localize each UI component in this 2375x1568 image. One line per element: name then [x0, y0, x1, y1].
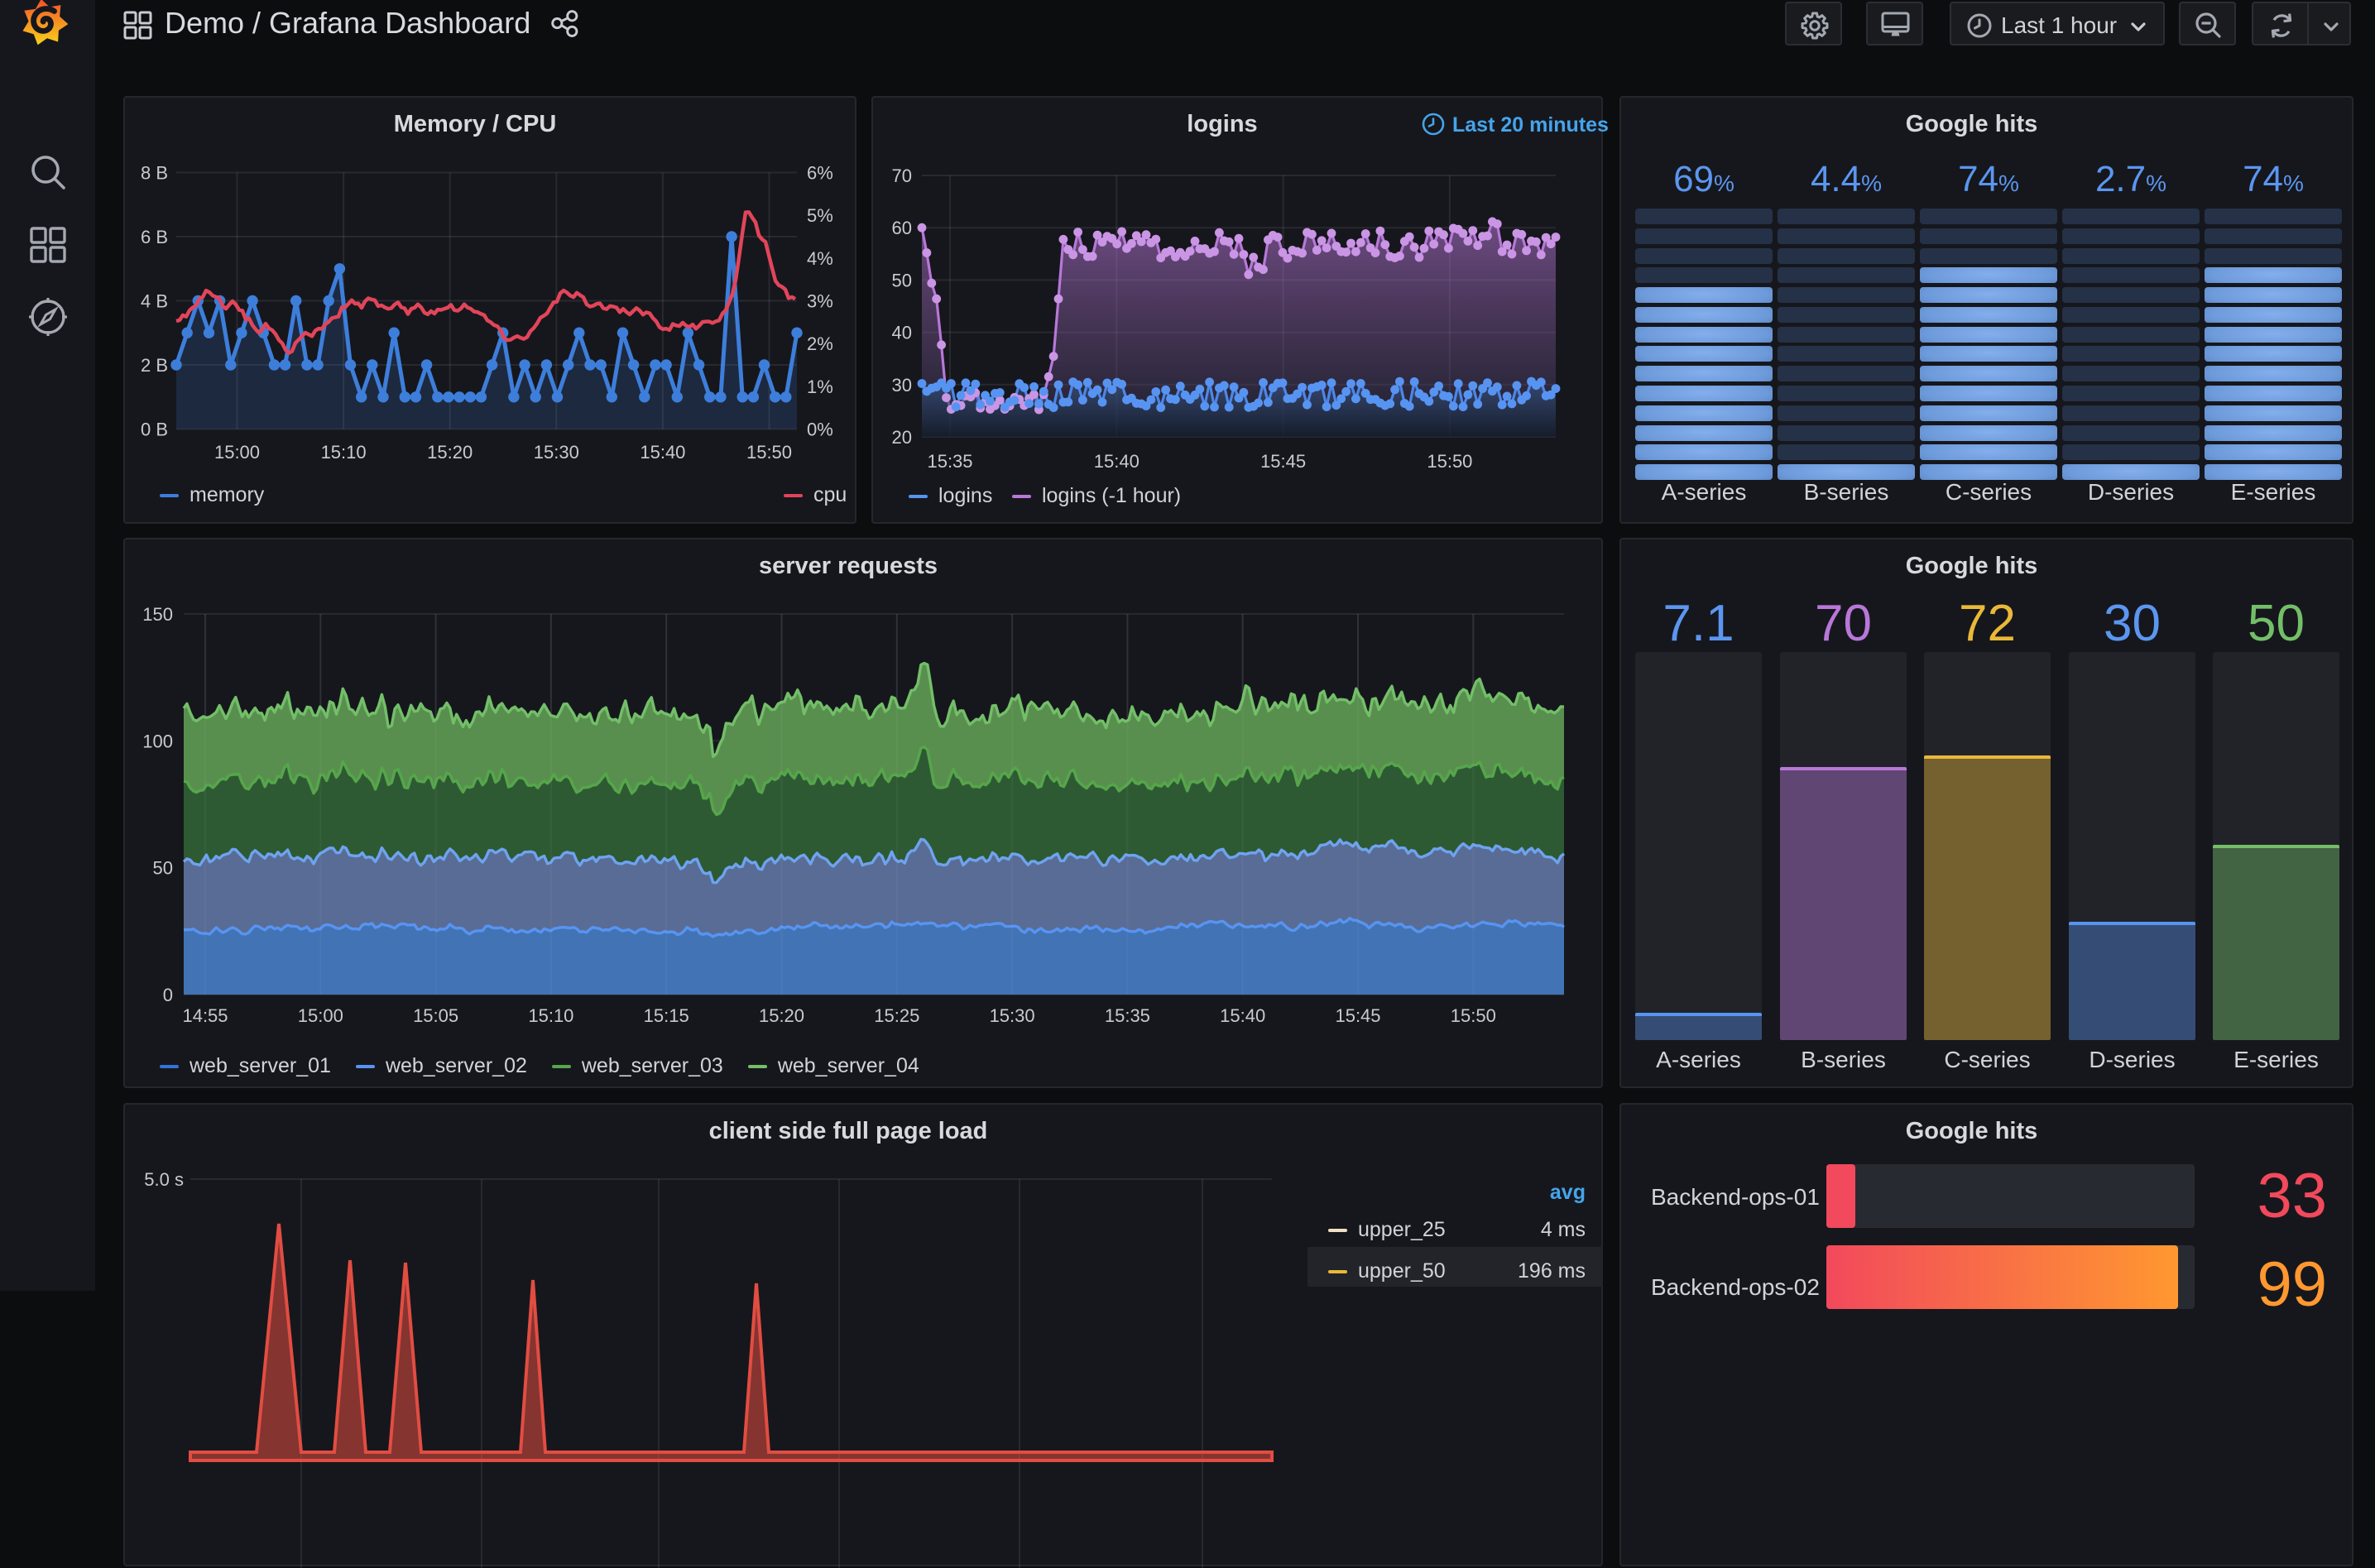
svg-text:15:50: 15:50 [746, 442, 792, 463]
svg-text:15:25: 15:25 [874, 1005, 919, 1026]
svg-text:5%: 5% [807, 205, 833, 226]
svg-text:4%: 4% [807, 248, 833, 269]
svg-text:15:00: 15:00 [298, 1005, 343, 1026]
svg-text:0: 0 [163, 985, 173, 1005]
svg-text:15:10: 15:10 [321, 442, 367, 463]
svg-text:3%: 3% [807, 291, 833, 312]
svg-text:15:15: 15:15 [644, 1005, 689, 1026]
svg-text:15:05: 15:05 [413, 1005, 458, 1026]
svg-text:14:55: 14:55 [182, 1005, 228, 1026]
svg-text:0%: 0% [807, 420, 833, 440]
svg-text:1%: 1% [807, 376, 833, 397]
svg-text:15:45: 15:45 [1260, 451, 1306, 472]
svg-text:5.0 s: 5.0 s [144, 1169, 184, 1190]
svg-text:2%: 2% [807, 333, 833, 354]
svg-text:15:30: 15:30 [534, 442, 579, 463]
svg-text:50: 50 [153, 858, 173, 879]
svg-text:20: 20 [892, 427, 912, 448]
svg-text:15:35: 15:35 [927, 451, 972, 472]
svg-text:100: 100 [142, 731, 173, 751]
svg-text:6 B: 6 B [141, 227, 168, 247]
svg-text:2 B: 2 B [141, 355, 168, 376]
svg-text:15:45: 15:45 [1335, 1005, 1380, 1026]
svg-text:15:40: 15:40 [1094, 451, 1140, 472]
svg-text:0 B: 0 B [141, 420, 168, 440]
svg-text:30: 30 [892, 375, 912, 396]
svg-text:8 B: 8 B [141, 163, 168, 184]
svg-text:15:35: 15:35 [1105, 1005, 1150, 1026]
svg-text:6%: 6% [807, 163, 833, 184]
svg-text:15:40: 15:40 [1220, 1005, 1265, 1026]
svg-text:15:20: 15:20 [759, 1005, 804, 1026]
svg-text:15:20: 15:20 [427, 442, 473, 463]
svg-text:50: 50 [892, 270, 912, 290]
svg-text:70: 70 [892, 165, 912, 186]
svg-text:4 B: 4 B [141, 291, 168, 312]
svg-text:15:50: 15:50 [1427, 451, 1472, 472]
svg-text:150: 150 [142, 604, 173, 625]
svg-text:15:10: 15:10 [528, 1005, 573, 1026]
svg-text:15:50: 15:50 [1451, 1005, 1496, 1026]
svg-text:60: 60 [892, 218, 912, 238]
svg-text:40: 40 [892, 323, 912, 343]
svg-text:15:00: 15:00 [214, 442, 260, 463]
svg-text:15:40: 15:40 [640, 442, 685, 463]
svg-text:15:30: 15:30 [990, 1005, 1035, 1026]
